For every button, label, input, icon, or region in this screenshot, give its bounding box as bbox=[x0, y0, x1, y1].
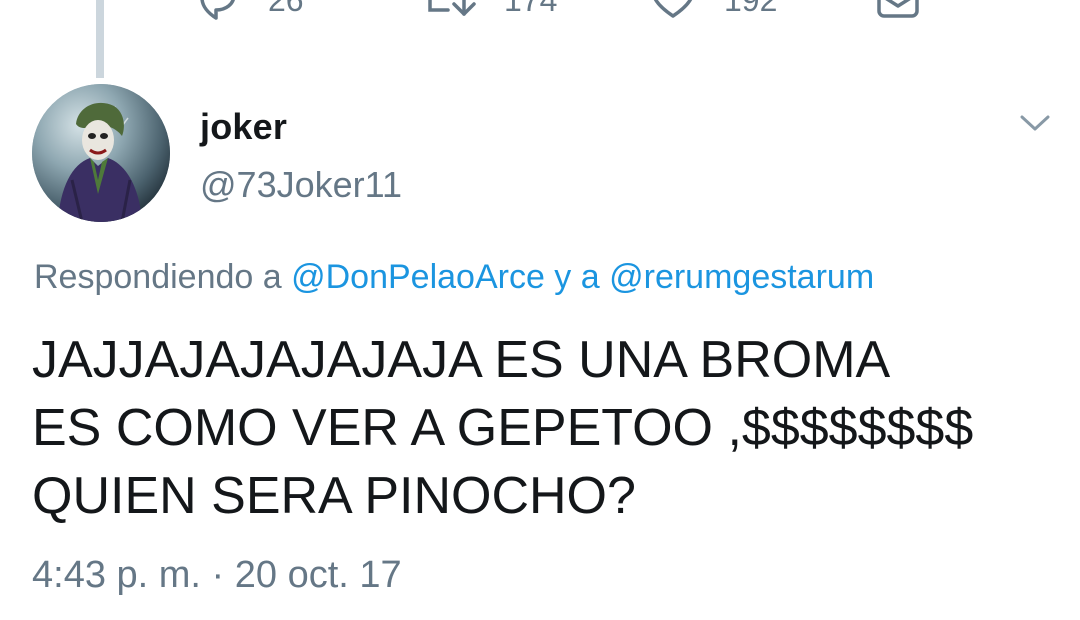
replying-to-line: Respondiendo a @DonPelaoArce y a @rerumg… bbox=[34, 258, 874, 297]
user-handle[interactable]: @73Joker11 bbox=[200, 164, 402, 206]
thread-connector-line bbox=[96, 0, 104, 78]
chevron-down-icon bbox=[1018, 115, 1052, 142]
replying-prefix: Respondiendo a bbox=[34, 258, 292, 296]
reply-button[interactable]: 26 bbox=[196, 0, 304, 20]
tweet-timestamp[interactable]: 4:43 p. m. · 20 oct. 17 bbox=[32, 554, 402, 597]
direct-message-icon bbox=[876, 0, 920, 20]
tweet-text-line: JAJJAJAJAJAJAJA ES UNA BROMA bbox=[32, 331, 891, 389]
display-name[interactable]: joker bbox=[200, 106, 287, 148]
mention-link-donpelaoarce[interactable]: @DonPelaoArce bbox=[291, 258, 545, 296]
like-button[interactable]: 192 bbox=[650, 0, 777, 20]
reply-icon bbox=[196, 0, 240, 20]
direct-message-button[interactable] bbox=[876, 0, 920, 20]
more-options-button[interactable] bbox=[1018, 108, 1052, 138]
replying-joiner[interactable]: y a bbox=[545, 258, 609, 296]
retweet-icon bbox=[426, 0, 476, 20]
like-count: 192 bbox=[724, 0, 777, 19]
reply-count: 26 bbox=[268, 0, 304, 19]
retweet-button[interactable]: 174 bbox=[426, 0, 557, 20]
previous-tweet-actions: 26 174 192 bbox=[0, 0, 1080, 20]
tweet-text-line: ES COMO VER A GEPETOO ,$$$$$$$$ bbox=[32, 399, 974, 457]
mention-link-rerumgestarum[interactable]: @rerumgestarum bbox=[609, 258, 874, 296]
like-icon bbox=[650, 0, 696, 20]
tweet-text-line: QUIEN SERA PINOCHO? bbox=[32, 467, 636, 525]
tweet-detail-page: 26 174 192 bbox=[0, 0, 1080, 620]
tweet-text: JAJJAJAJAJAJAJA ES UNA BROMA ES COMO VER… bbox=[32, 326, 1062, 530]
retweet-count: 174 bbox=[504, 0, 557, 19]
avatar-image bbox=[32, 84, 170, 222]
avatar[interactable] bbox=[32, 84, 170, 222]
